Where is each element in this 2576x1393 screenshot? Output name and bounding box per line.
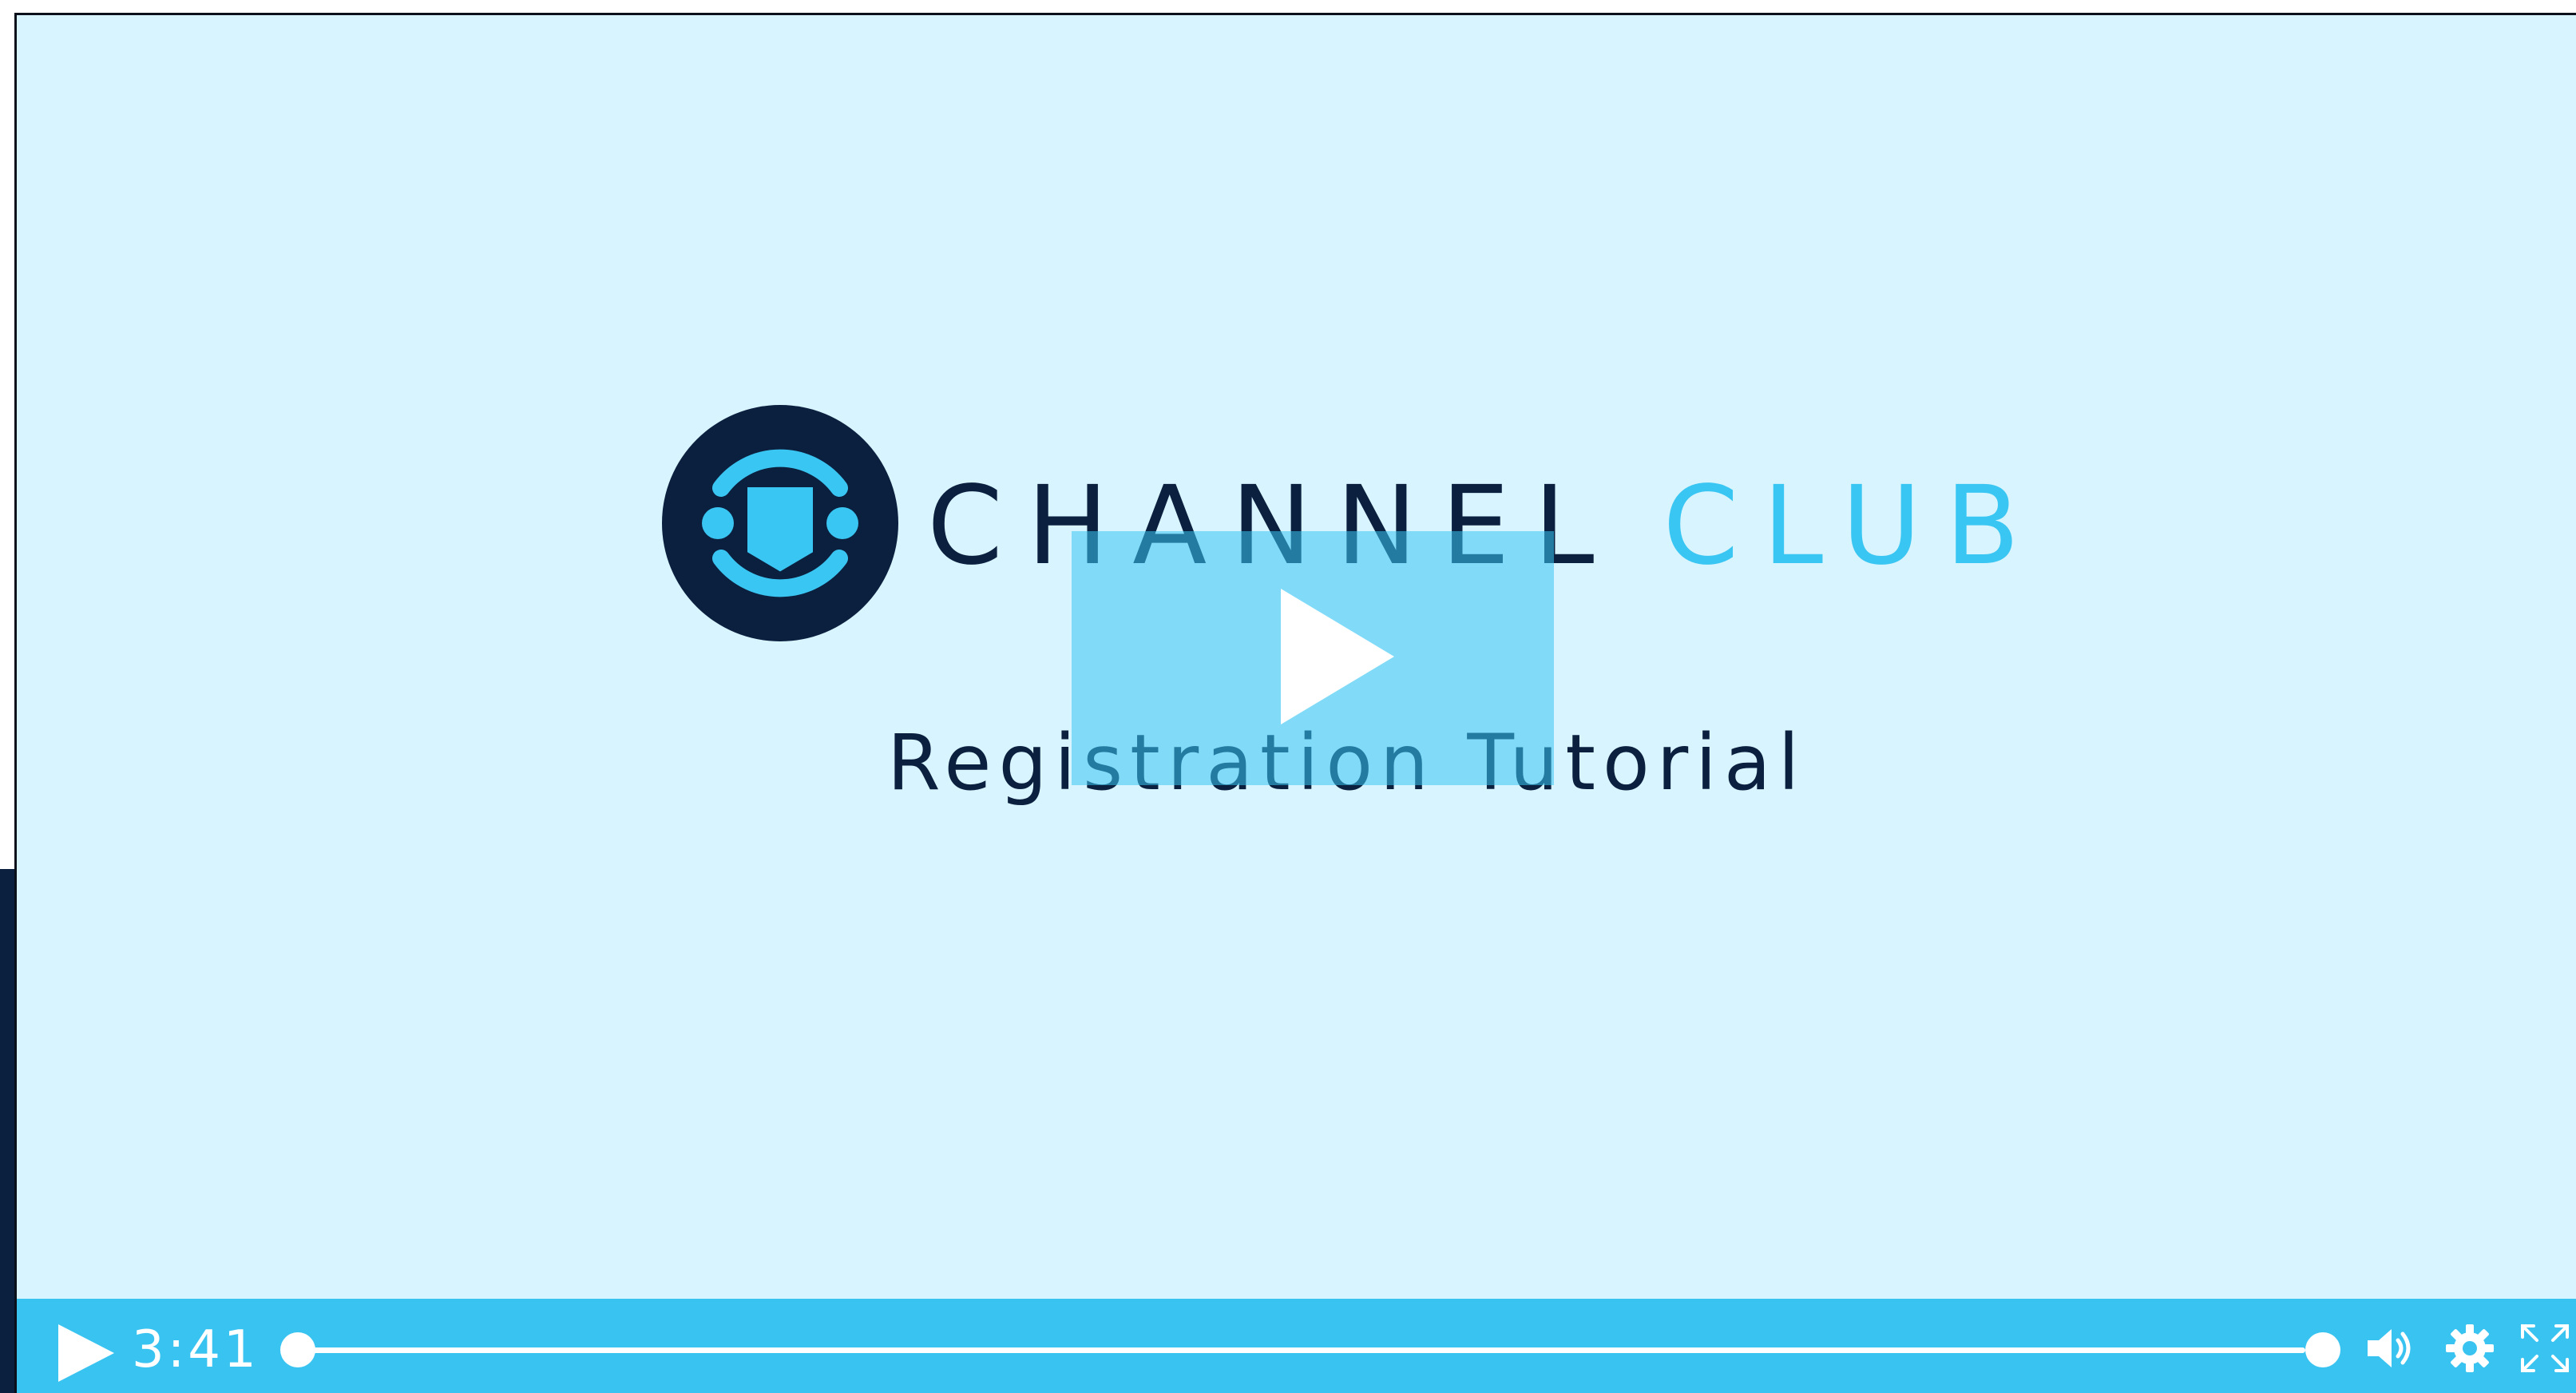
control-bar: 3:41 <box>17 1299 2576 1393</box>
fullscreen-icon[interactable] <box>2519 1323 2570 1374</box>
progress-end-handle[interactable] <box>2305 1332 2340 1367</box>
progress-bar[interactable] <box>280 1328 2340 1372</box>
gear-icon[interactable] <box>2444 1323 2495 1374</box>
progress-handle[interactable] <box>280 1332 315 1367</box>
time-display: 3:41 <box>132 1320 260 1379</box>
brand-name-part2: CLUB <box>1663 463 2044 589</box>
play-icon <box>1281 589 1394 724</box>
channel-club-logo-icon <box>662 405 898 641</box>
background-strip <box>0 869 16 1393</box>
volume-icon[interactable] <box>2364 1323 2415 1374</box>
video-player[interactable]: CHANNELCLUB Registration Tutorial 3:41 <box>14 13 2576 1393</box>
play-icon[interactable] <box>52 1321 116 1385</box>
page: CHANNELCLUB Registration Tutorial 3:41 <box>0 0 2576 1393</box>
progress-track <box>298 1347 2305 1353</box>
big-play-button[interactable] <box>1072 531 1554 785</box>
